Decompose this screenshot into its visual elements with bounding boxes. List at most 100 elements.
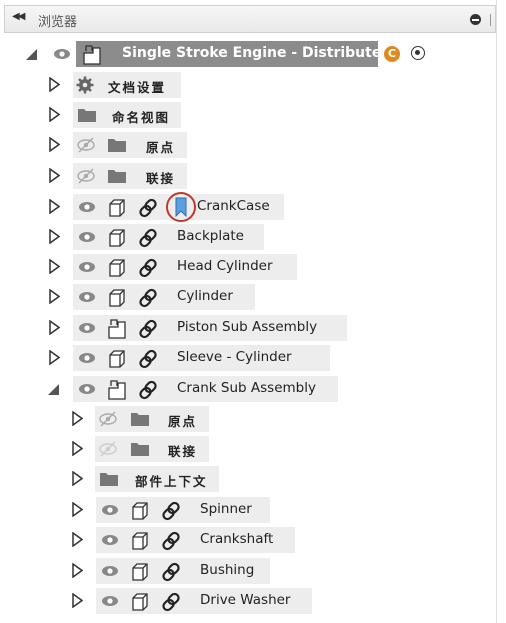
eye-icon[interactable] — [77, 228, 97, 246]
eye-icon[interactable] — [52, 45, 72, 63]
tree-folder-origin[interactable]: 原点 — [0, 132, 200, 158]
component-label[interactable]: Bushing — [200, 562, 254, 578]
component-row-cylinder[interactable]: Cylinder — [0, 284, 420, 310]
activated-badge-icon: C — [384, 46, 400, 62]
component-label[interactable]: CrankCase — [197, 198, 270, 214]
component-row-backplate[interactable]: Backplate — [0, 224, 420, 250]
eye-icon[interactable] — [100, 592, 120, 610]
eye-icon[interactable] — [77, 288, 97, 306]
collapsed-triangle-icon[interactable] — [49, 350, 60, 365]
folder-icon — [130, 440, 150, 458]
component-row-piston-sub-assembly[interactable]: Piston Sub Assembly — [0, 315, 420, 341]
collapsed-triangle-icon[interactable] — [49, 107, 60, 122]
component-row-drive-washer[interactable]: Drive Washer — [0, 588, 420, 614]
eye-icon[interactable] — [77, 258, 97, 276]
tree-root-row[interactable]: Single Stroke Engine - Distributed C — [0, 41, 450, 67]
collapsed-triangle-icon[interactable] — [49, 168, 60, 183]
tree-folder-joints[interactable]: 联接 — [0, 163, 200, 189]
eye-hidden-icon[interactable] — [76, 136, 96, 154]
component-label[interactable]: Drive Washer — [200, 592, 291, 608]
activate-radio[interactable] — [411, 46, 425, 60]
eye-icon[interactable] — [100, 531, 120, 549]
link-icon — [138, 349, 158, 369]
sub-folder-context[interactable]: 部件上下文 — [0, 466, 240, 492]
assembly-icon — [107, 380, 127, 400]
link-icon — [138, 288, 158, 308]
eye-hidden-icon[interactable] — [98, 410, 118, 428]
named-views-label: 命名视图 — [112, 110, 171, 125]
component-row-head-cylinder[interactable]: Head Cylinder — [0, 254, 420, 280]
collapsed-triangle-icon[interactable] — [49, 289, 60, 304]
component-label[interactable]: Crankshaft — [200, 531, 273, 547]
component-label[interactable]: Head Cylinder — [177, 258, 273, 274]
collapsed-triangle-icon[interactable] — [49, 199, 60, 214]
doc-settings-label: 文档设置 — [108, 80, 167, 95]
folder-icon — [99, 470, 119, 488]
sub-folder-joints[interactable]: 联接 — [0, 436, 240, 462]
eye-icon[interactable] — [77, 349, 97, 367]
eye-icon[interactable] — [100, 501, 120, 519]
browser-panel: ◀◀ 浏览器 Single Stroke Engine - Distribute… — [0, 0, 497, 623]
collapsed-triangle-icon[interactable] — [72, 593, 83, 608]
collapsed-triangle-icon[interactable] — [72, 441, 83, 456]
collapsed-triangle-icon[interactable] — [49, 77, 60, 92]
component-row-crankcase[interactable]: CrankCase — [0, 192, 420, 222]
double-left-arrow-icon[interactable]: ◀◀ — [12, 11, 25, 22]
eye-icon[interactable] — [100, 562, 120, 580]
sub-context-label: 部件上下文 — [135, 474, 208, 489]
collapsed-triangle-icon[interactable] — [72, 411, 83, 426]
component-row-spinner[interactable]: Spinner — [0, 497, 420, 523]
minus-circle-icon[interactable] — [470, 14, 481, 25]
eye-hidden-icon[interactable] — [98, 440, 118, 458]
assembly-icon — [82, 45, 102, 65]
body-icon — [107, 349, 127, 368]
link-icon — [161, 501, 181, 521]
collapsed-triangle-icon[interactable] — [49, 137, 60, 152]
expanded-triangle-icon[interactable] — [47, 381, 59, 396]
component-label[interactable]: Piston Sub Assembly — [177, 319, 317, 335]
panel-edge — [496, 0, 506, 623]
collapsed-triangle-icon[interactable] — [49, 259, 60, 274]
component-row-crankshaft[interactable]: Crankshaft — [0, 527, 420, 553]
component-row-bushing[interactable]: Bushing — [0, 558, 420, 584]
panel-title: 浏览器 — [38, 15, 78, 30]
body-icon — [130, 501, 150, 520]
body-icon — [130, 531, 150, 550]
component-label[interactable]: Crank Sub Assembly — [177, 380, 316, 396]
component-row-crank-sub-assembly[interactable]: Crank Sub Assembly — [0, 376, 420, 402]
body-icon — [107, 288, 127, 307]
collapsed-triangle-icon[interactable] — [72, 563, 83, 578]
link-icon — [161, 592, 181, 612]
link-icon — [138, 228, 158, 248]
eye-icon[interactable] — [77, 380, 97, 398]
expanded-triangle-icon[interactable] — [25, 46, 37, 61]
link-icon — [138, 198, 158, 218]
collapsed-triangle-icon[interactable] — [49, 229, 60, 244]
eye-hidden-icon[interactable] — [76, 167, 96, 185]
link-icon — [138, 258, 158, 278]
highlight-ring — [166, 192, 196, 222]
collapsed-triangle-icon[interactable] — [49, 320, 60, 335]
link-icon — [161, 562, 181, 582]
tree-folder-doc-settings[interactable]: 文档设置 — [0, 72, 200, 98]
tree-folder-named-views[interactable]: 命名视图 — [0, 102, 200, 128]
browser-header: ◀◀ 浏览器 — [4, 5, 496, 33]
collapsed-triangle-icon[interactable] — [72, 471, 83, 486]
eye-icon[interactable] — [77, 198, 97, 216]
origin-label: 原点 — [146, 140, 176, 155]
component-label[interactable]: Sleeve - Cylinder — [177, 349, 292, 365]
folder-icon — [107, 136, 127, 154]
component-label[interactable]: Spinner — [200, 501, 252, 517]
sub-folder-origin[interactable]: 原点 — [0, 406, 240, 432]
component-label[interactable]: Backplate — [177, 228, 244, 244]
body-icon — [130, 592, 150, 611]
root-label[interactable]: Single Stroke Engine - Distributed — [122, 45, 391, 61]
collapsed-triangle-icon[interactable] — [72, 502, 83, 517]
folder-icon — [107, 167, 127, 185]
eye-icon[interactable] — [77, 319, 97, 337]
collapsed-triangle-icon[interactable] — [72, 532, 83, 547]
body-icon — [107, 198, 127, 217]
component-row-sleeve-cylinder[interactable]: Sleeve - Cylinder — [0, 345, 420, 371]
component-label[interactable]: Cylinder — [177, 288, 233, 304]
resize-handle[interactable] — [490, 14, 491, 26]
